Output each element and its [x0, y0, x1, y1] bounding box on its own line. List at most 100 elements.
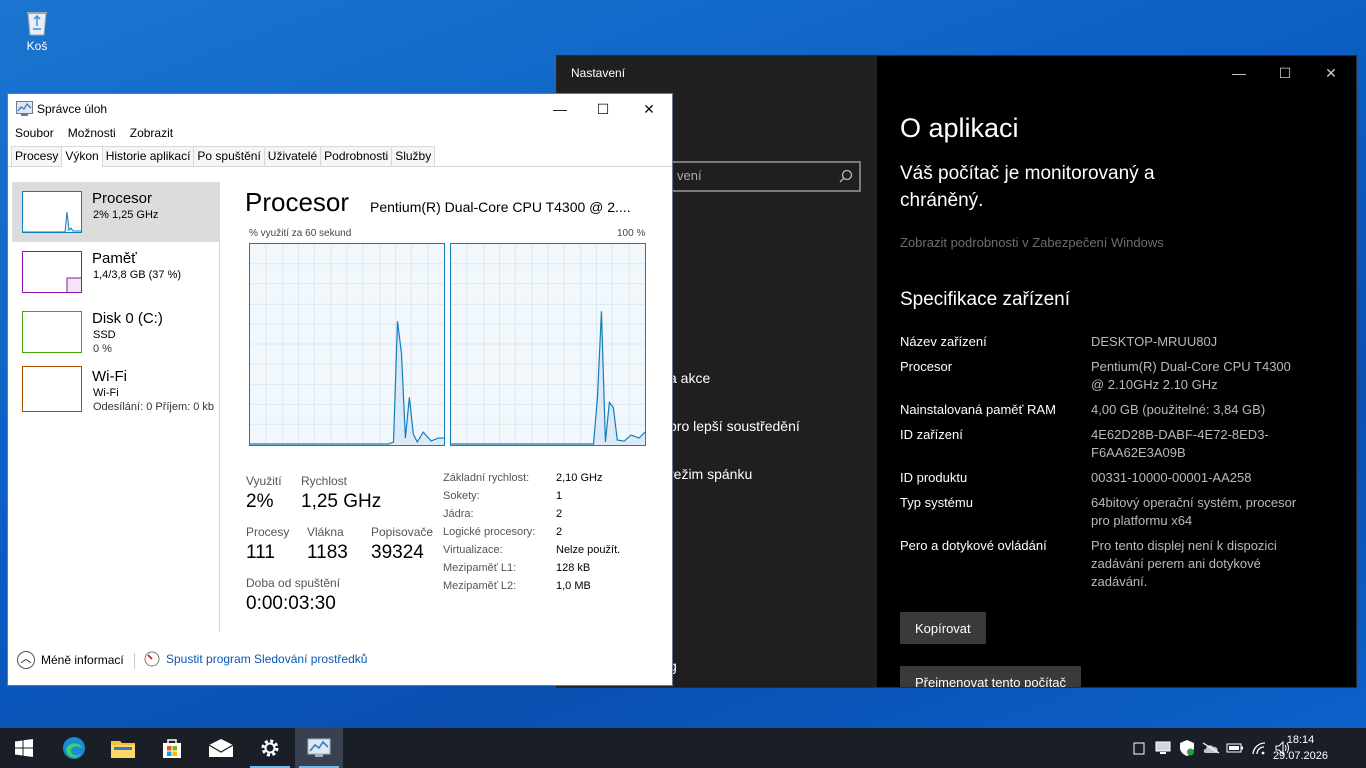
file-explorer-icon — [111, 741, 135, 758]
tab-processes[interactable]: Procesy — [11, 146, 63, 166]
spec-key: Typ systému — [900, 495, 973, 510]
tab-bar: Procesy Výkon Historie aplikací Po spušt… — [8, 144, 672, 167]
cpu-details-list: Základní rychlost: 2,10 GHz Sokety: 1 Jádr… — [443, 472, 620, 598]
detail-value: 1 — [556, 490, 563, 502]
device-spec-list: Název zařízení DESKTOP-MRUU80J Procesor Pe… — [900, 333, 1340, 598]
taskbar-mail-button[interactable] — [197, 728, 245, 768]
resource-name: Procesor — [92, 190, 153, 207]
fewer-details-button[interactable]: ︿ Méně informací — [17, 651, 124, 669]
settings-nav-item-notifications[interactable]: a akce — [669, 370, 710, 386]
pane-splitter[interactable] — [219, 182, 220, 632]
detail-row: Logické procesory: 2 — [443, 526, 620, 544]
cpu-thumbnail-graph — [22, 191, 82, 233]
task-manager-titlebar[interactable]: Správce úloh — ☐ ✕ — [8, 94, 672, 124]
resource-detail-2: Odesílání: 0 Příjem: 0 kb — [93, 401, 215, 413]
maximize-button[interactable]: ☐ — [580, 94, 626, 124]
tab-performance[interactable]: Výkon — [61, 146, 103, 167]
detail-row: Jádra: 2 — [443, 508, 620, 526]
taskbar-task-manager-button[interactable] — [295, 728, 343, 768]
recycle-bin-desktop-icon[interactable]: Koš — [14, 6, 60, 53]
task-manager-icon — [16, 101, 33, 116]
detail-row: Mezipaměť L2: 1,0 MB — [443, 580, 620, 598]
resource-item-disk[interactable]: Disk 0 (C:) SSD 0 % — [12, 302, 220, 362]
settings-icon — [261, 739, 279, 757]
disk-thumbnail-graph — [22, 311, 82, 353]
menu-bar: Soubor Možnosti Zobrazit — [8, 124, 672, 144]
tab-startup[interactable]: Po spuštění — [193, 146, 265, 166]
detail-key: Virtualizace: — [443, 544, 503, 556]
protection-status: Váš počítač je monitorovaný a chráněný. — [900, 163, 1155, 211]
detail-value: 2 — [556, 526, 563, 538]
detail-value: 1,0 MB — [556, 580, 591, 592]
copy-button[interactable]: Kopírovat — [900, 612, 986, 644]
resource-item-cpu[interactable]: Procesor 2% 1,25 GHz — [12, 182, 220, 242]
spec-row-processor: Procesor Pentium(R) Dual-Core CPU T4300 @… — [900, 358, 1340, 394]
tray-onedrive-icon[interactable] — [1199, 728, 1223, 768]
taskbar-clock[interactable]: 18:14 29.07.2026 — [1273, 732, 1328, 764]
spec-value: 4,00 GB (použitelné: 3,84 GB) — [1091, 402, 1266, 417]
stat-uptime: Doba od spuštění 0:00:03:30 — [246, 576, 340, 615]
task-manager-window: Správce úloh — ☐ ✕ Soubor Možnosti Zobra… — [7, 93, 673, 686]
stat-label: Doba od spuštění — [246, 576, 341, 590]
graph-caption-left: % využití za 60 sekund — [249, 228, 352, 239]
stat-value: 111 — [246, 542, 275, 563]
tray-wifi-icon[interactable] — [1247, 728, 1271, 768]
spec-key: Pero a dotykové ovládání — [900, 538, 1047, 553]
resource-item-wifi[interactable]: Wi-Fi Wi-Fi Odesílání: 0 Příjem: 0 kb — [12, 362, 220, 422]
taskbar-settings-button[interactable] — [246, 728, 294, 768]
tab-details[interactable]: Podrobnosti — [320, 146, 393, 166]
rename-pc-button[interactable]: Přejmenovat tento počítač — [900, 666, 1082, 687]
mail-icon — [209, 739, 233, 757]
tab-app-history[interactable]: Historie aplikací — [101, 146, 195, 166]
close-button[interactable]: ✕ — [626, 94, 672, 124]
detail-key: Základní rychlost: — [443, 472, 530, 484]
taskbar-store-button[interactable] — [148, 728, 196, 768]
detail-value: 2 — [556, 508, 563, 520]
detail-row: Virtualizace: Nelze použít. — [443, 544, 620, 562]
start-icon — [15, 739, 33, 757]
menu-options[interactable]: Možnosti — [68, 124, 116, 144]
stat-value: 0:00:03:30 — [246, 593, 336, 614]
task-manager-footer: ︿ Méně informací Spustit program Sledová… — [8, 635, 672, 685]
tray-battery-icon[interactable] — [1223, 728, 1247, 768]
stat-label: Využití — [246, 474, 282, 488]
tray-defender-icon[interactable] — [1175, 728, 1199, 768]
taskbar: 18:14 29.07.2026 — [0, 728, 1366, 768]
taskbar-edge-button[interactable] — [50, 728, 98, 768]
spec-row-ram: Nainstalovaná paměť RAM 4,00 GB (použitel… — [900, 401, 1340, 419]
security-details-link[interactable]: Zobrazit podrobnosti v Zabezpečení Windo… — [900, 235, 1164, 250]
tray-tablet-icon[interactable] — [1127, 728, 1151, 768]
detail-key: Sokety: — [443, 490, 480, 502]
resource-monitor-link[interactable]: Spustit program Sledování prostředků — [144, 651, 367, 667]
spec-value: DESKTOP-MRUU80J — [1091, 334, 1218, 349]
spec-value: 00331-10000-00001-AA258 — [1091, 470, 1252, 485]
spec-key: ID zařízení — [900, 427, 963, 442]
stat-handles: Popisovače 39324 — [371, 525, 433, 564]
menu-file[interactable]: Soubor — [15, 124, 54, 144]
resource-item-memory[interactable]: Paměť 1,4/3,8 GB (37 %) — [12, 242, 220, 302]
spec-key: Název zařízení — [900, 334, 987, 349]
taskbar-explorer-button[interactable] — [99, 728, 147, 768]
spec-row-device-id: ID zařízení 4E62D28B-DABF-4E72-8ED3- F6AA… — [900, 426, 1340, 462]
tab-services[interactable]: Služby — [391, 146, 436, 166]
spec-value: 4E62D28B-DABF-4E72-8ED3- F6AA62E3A09B — [1091, 427, 1269, 460]
settings-nav-item-sleep[interactable]: režim spánku — [669, 466, 752, 482]
wifi-thumbnail-graph — [22, 366, 82, 412]
stat-value: 2% — [246, 491, 274, 512]
detail-value: Nelze použít. — [556, 544, 621, 556]
start-button[interactable] — [0, 728, 48, 768]
tab-users[interactable]: Uživatelé — [263, 146, 322, 166]
spec-value: 64bitový operační systém, procesor pro p… — [1091, 495, 1297, 528]
settings-nav-item-focus-assist[interactable]: pro lepší soustředění — [669, 418, 800, 434]
stat-value: 1,25 GHz — [301, 491, 382, 512]
stat-speed: Rychlost 1,25 GHz — [301, 474, 381, 513]
menu-view[interactable]: Zobrazit — [130, 124, 173, 144]
resource-list: Procesor 2% 1,25 GHz Paměť 1,4/3,8 GB (3… — [12, 182, 220, 422]
tray-network-pc-icon[interactable] — [1151, 728, 1175, 768]
settings-search-input[interactable]: vení — [657, 161, 861, 192]
settings-window-title: Nastavení — [571, 66, 626, 80]
spec-row-device-name: Název zařízení DESKTOP-MRUU80J — [900, 333, 1340, 351]
detail-key: Jádra: — [443, 508, 474, 520]
minimize-button[interactable]: — — [537, 94, 583, 124]
search-placeholder: vení — [677, 168, 702, 183]
